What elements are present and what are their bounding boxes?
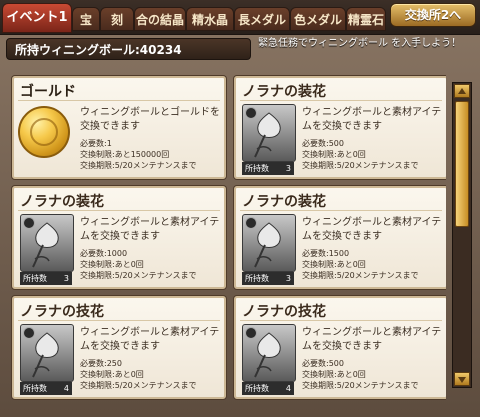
card-divider <box>240 320 442 321</box>
required-count: 必要数:1000 <box>80 249 128 258</box>
item-badge-icon <box>23 327 35 339</box>
held-balls-counter: 所持ウィニングボール:40234 <box>6 38 251 60</box>
notice-text: 緊急任務でウィニングボール を入手しよう！ <box>258 38 462 49</box>
exchange-card-item[interactable]: ノラナの装花 所持数 3 ウィニングボールと素材アイテムを交換できます 必要数:… <box>234 76 446 179</box>
card-title: ノラナの装花 <box>20 194 104 210</box>
owned-label: 所持数 <box>245 274 269 283</box>
owned-label: 所持数 <box>245 384 269 393</box>
owned-label: 所持数 <box>23 274 47 283</box>
exchange-card-item[interactable]: ノラナの技花 所持数 4 ウィニングボールと素材アイテムを交換できます 必要数:… <box>12 296 226 399</box>
owned-label: 所持数 <box>245 164 269 173</box>
card-divider <box>240 210 442 211</box>
card-divider <box>240 100 442 101</box>
card-stats: 必要数:500 交換制限:あと0回 交換期限:5/20メンテナンスまで <box>302 138 444 171</box>
card-title: ノラナの装花 <box>242 194 326 210</box>
owned-number: 3 <box>285 274 291 283</box>
card-description: ウィニングボールと素材アイテムを交換できます <box>302 217 442 242</box>
scroll-up-icon[interactable] <box>454 84 470 98</box>
exchange-card-grid: ゴールド ウィニングボールとゴールドを交換できます 必要数:1 交換制限:あと1… <box>8 70 446 406</box>
card-stats: 必要数:500 交換制限:あと0回 交換期限:5/20メンテナンスまで <box>302 358 444 391</box>
item-badge-icon <box>245 107 257 119</box>
owned-count: 所持数 3 <box>20 272 72 285</box>
owned-count: 所持数 3 <box>242 272 294 285</box>
card-title: ノラナの技花 <box>20 304 104 320</box>
tab-6[interactable]: 長メダル <box>234 7 290 31</box>
exchange-card-gold[interactable]: ゴールド ウィニングボールとゴールドを交換できます 必要数:1 交換制限:あと1… <box>12 76 226 179</box>
required-count: 必要数:250 <box>80 359 122 368</box>
exchange-period: 交換期限:5/20メンテナンスまで <box>302 271 419 280</box>
exchange-2-button[interactable]: 交換所2へ <box>390 3 476 27</box>
owned-count: 所持数 3 <box>242 162 294 175</box>
tab-4[interactable]: 合の結晶 <box>134 7 186 31</box>
card-stats: 必要数:1500 交換制限:あと0回 交換期限:5/20メンテナンスまで <box>302 248 444 281</box>
card-description: ウィニングボールと素材アイテムを交換できます <box>302 327 442 352</box>
card-stats: 必要数:1 交換制限:あと150000回 交換期限:5/20メンテナンスまで <box>80 138 222 171</box>
card-divider <box>18 100 220 101</box>
flower-icon <box>242 324 296 382</box>
exchange-period: 交換期限:5/20メンテナンスまで <box>80 161 197 170</box>
owned-number: 4 <box>63 384 69 393</box>
exchange-limit: 交換制限:あと150000回 <box>80 150 170 159</box>
flower-icon <box>20 324 74 382</box>
exchange-limit: 交換制限:あと0回 <box>302 260 366 269</box>
owned-label: 所持数 <box>23 384 47 393</box>
card-description: ウィニングボールと素材アイテムを交換できます <box>80 217 220 242</box>
owned-number: 3 <box>63 274 69 283</box>
flower-icon <box>242 214 296 272</box>
tab-3[interactable]: 刻 <box>100 7 134 31</box>
card-divider <box>18 320 220 321</box>
item-badge-icon <box>245 217 257 229</box>
card-stats: 必要数:1000 交換制限:あと0回 交換期限:5/20メンテナンスまで <box>80 248 222 281</box>
required-count: 必要数:500 <box>302 139 344 148</box>
tab-8[interactable]: 精霊石 <box>346 7 386 31</box>
exchange-limit: 交換制限:あと0回 <box>80 260 144 269</box>
owned-number: 4 <box>285 384 291 393</box>
card-title: ゴールド <box>20 84 76 100</box>
exchange-limit: 交換制限:あと0回 <box>80 370 144 379</box>
card-divider <box>18 210 220 211</box>
card-description: ウィニングボールと素材アイテムを交換できます <box>302 107 442 132</box>
tab-5[interactable]: 精水晶 <box>186 7 234 31</box>
exchange-card-item[interactable]: ノラナの技花 所持数 4 ウィニングボールと素材アイテムを交換できます 必要数:… <box>234 296 446 399</box>
exchange-limit: 交換制限:あと0回 <box>302 150 366 159</box>
card-title: ノラナの装花 <box>242 84 326 100</box>
tab-bar: イベント1 宝 刻 合の結晶 精水晶 長メダル 色メダル 精霊石 交換所2へ <box>0 0 480 35</box>
flower-icon <box>242 104 296 162</box>
exchange-period: 交換期限:5/20メンテナンスまで <box>302 161 419 170</box>
tab-event1[interactable]: イベント1 <box>2 3 72 33</box>
exchange-period: 交換期限:5/20メンテナンスまで <box>80 381 197 390</box>
tab-2[interactable]: 宝 <box>72 7 100 31</box>
card-description: ウィニングボールとゴールドを交換できます <box>80 107 220 132</box>
exchange-limit: 交換制限:あと0回 <box>302 370 366 379</box>
card-stats: 必要数:250 交換制限:あと0回 交換期限:5/20メンテナンスまで <box>80 358 222 391</box>
exchange-card-item[interactable]: ノラナの装花 所持数 3 ウィニングボールと素材アイテムを交換できます 必要数:… <box>12 186 226 289</box>
owned-number: 3 <box>285 164 291 173</box>
owned-count: 所持数 4 <box>242 382 294 395</box>
flower-icon <box>20 214 74 272</box>
item-badge-icon <box>245 327 257 339</box>
exchange-period: 交換期限:5/20メンテナンスまで <box>80 271 197 280</box>
card-title: ノラナの技花 <box>242 304 326 320</box>
required-count: 必要数:500 <box>302 359 344 368</box>
scroll-thumb[interactable] <box>455 101 469 227</box>
card-description: ウィニングボールと素材アイテムを交換できます <box>80 327 220 352</box>
item-badge-icon <box>23 217 35 229</box>
scroll-down-icon[interactable] <box>454 372 470 386</box>
gold-coin-icon <box>18 106 70 158</box>
tab-7[interactable]: 色メダル <box>290 7 346 31</box>
exchange-screen: イベント1 宝 刻 合の結晶 精水晶 長メダル 色メダル 精霊石 交換所2へ 所… <box>0 0 480 417</box>
exchange-card-item[interactable]: ノラナの装花 所持数 3 ウィニングボールと素材アイテムを交換できます 必要数:… <box>234 186 446 289</box>
scrollbar[interactable] <box>452 82 472 388</box>
required-count: 必要数:1500 <box>302 249 350 258</box>
owned-count: 所持数 4 <box>20 382 72 395</box>
exchange-period: 交換期限:5/20メンテナンスまで <box>302 381 419 390</box>
required-count: 必要数:1 <box>80 139 112 148</box>
